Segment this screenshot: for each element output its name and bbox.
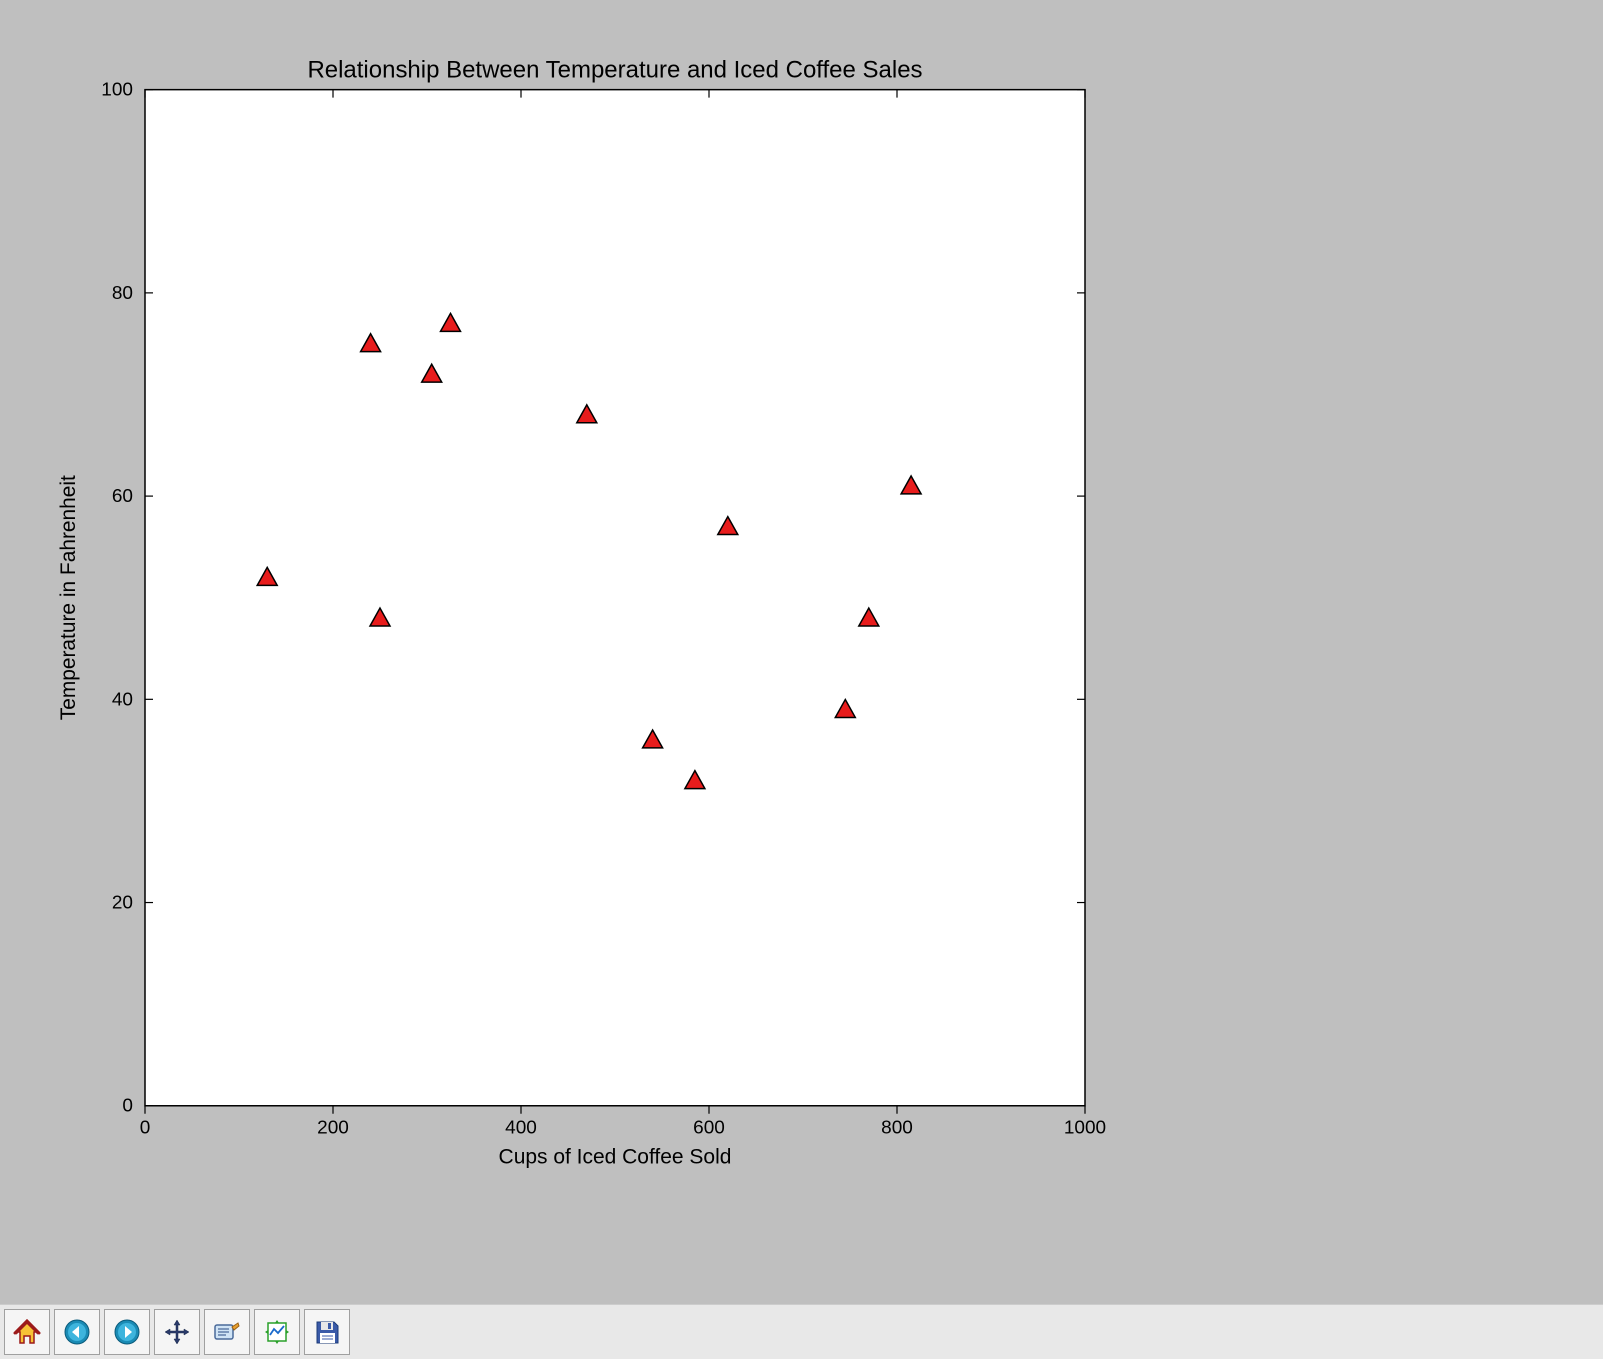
y-tick-label: 100 <box>101 80 133 101</box>
forward-button[interactable] <box>104 1309 150 1355</box>
x-tick-label: 200 <box>317 1118 349 1139</box>
matplotlib-toolbar <box>0 1304 1603 1359</box>
x-tick-label: 1000 <box>1064 1118 1106 1139</box>
home-icon <box>12 1317 42 1347</box>
x-tick-label: 400 <box>505 1118 537 1139</box>
home-button[interactable] <box>4 1309 50 1355</box>
chart-title: Relationship Between Temperature and Ice… <box>307 57 922 84</box>
back-button[interactable] <box>54 1309 100 1355</box>
x-tick-label: 0 <box>140 1118 151 1139</box>
x-tick-label: 800 <box>881 1118 913 1139</box>
pan-icon <box>162 1317 192 1347</box>
y-axis-label: Temperature in Fahrenheit <box>57 475 80 720</box>
y-tick-label: 20 <box>112 893 133 914</box>
y-tick-label: 80 <box>112 283 133 304</box>
subplots-icon <box>262 1317 292 1347</box>
x-axis-label: Cups of Iced Coffee Sold <box>499 1146 732 1169</box>
scatter-chart: 0 200 400 600 800 1000 0 20 40 60 80 100 Relationshi… <box>0 0 1603 1304</box>
x-tick-label: 600 <box>693 1118 725 1139</box>
pan-button[interactable] <box>154 1309 200 1355</box>
y-tick-label: 40 <box>112 689 133 710</box>
save-button[interactable] <box>304 1309 350 1355</box>
zoom-icon <box>212 1317 242 1347</box>
forward-icon <box>112 1317 142 1347</box>
plot-area <box>145 90 1085 1106</box>
y-tick-label: 60 <box>112 486 133 507</box>
save-icon <box>312 1317 342 1347</box>
zoom-button[interactable] <box>204 1309 250 1355</box>
back-icon <box>62 1317 92 1347</box>
y-tick-label: 0 <box>122 1096 133 1117</box>
subplots-button[interactable] <box>254 1309 300 1355</box>
figure-canvas: 0 200 400 600 800 1000 0 20 40 60 80 100 Relationshi… <box>0 0 1603 1304</box>
